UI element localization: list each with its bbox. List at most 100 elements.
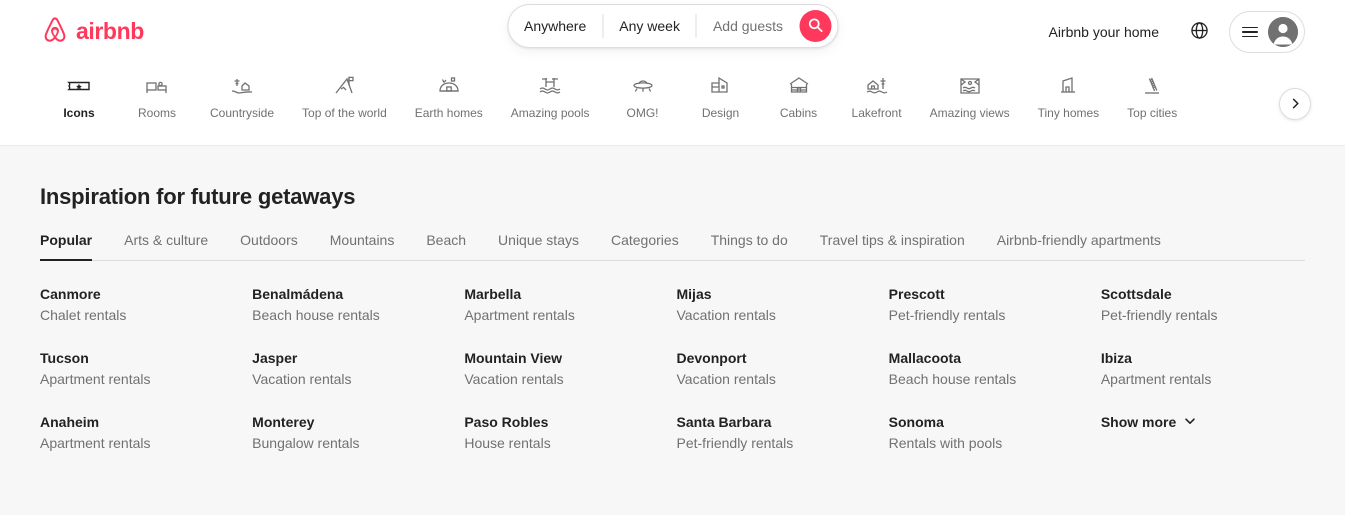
category-label: Countryside: [210, 106, 275, 120]
search-bar[interactable]: Anywhere Any week Add guests: [506, 4, 839, 48]
category-label: Top of the world: [302, 106, 387, 120]
tab-beach[interactable]: Beach: [426, 232, 466, 260]
category-item-rooms[interactable]: Rooms: [118, 70, 196, 120]
destination-subtitle: Pet-friendly rentals: [1100, 307, 1218, 323]
category-label: Design: [701, 106, 740, 120]
search-dates-field[interactable]: Any week: [603, 5, 696, 47]
category-item-design[interactable]: Design: [682, 70, 760, 120]
mountain-flag-icon: [332, 74, 356, 98]
category-item-amazing-pools[interactable]: Amazing pools: [497, 70, 604, 120]
category-item-omg[interactable]: OMG!: [604, 70, 682, 120]
destination-subtitle: Vacation rentals: [676, 371, 776, 387]
bed-room-icon: [145, 74, 169, 98]
destination-item[interactable]: Prescott Pet-friendly rentals: [889, 285, 1093, 324]
category-item-lakefront[interactable]: Lakefront: [838, 70, 916, 120]
search-location-field[interactable]: Anywhere: [508, 5, 602, 47]
tab-outdoors[interactable]: Outdoors: [240, 232, 298, 260]
tower-icon: [1140, 74, 1164, 98]
category-next-button[interactable]: [1279, 88, 1311, 120]
language-globe-button[interactable]: [1179, 12, 1219, 52]
search-icon: [808, 17, 823, 35]
destination-name: Mallacoota: [888, 350, 962, 366]
destination-item[interactable]: Canmore Chalet rentals: [40, 285, 244, 324]
destination-item[interactable]: Ibiza Apartment rentals: [1101, 349, 1305, 388]
category-label: Tiny homes: [1037, 106, 1100, 120]
destination-name: Sonoma: [888, 414, 944, 430]
amazing-views-icon: [958, 74, 982, 98]
tab-travel-tips[interactable]: Travel tips & inspiration: [820, 232, 965, 260]
airbnb-logo[interactable]: airbnb: [40, 14, 144, 51]
chevron-right-icon: [1290, 97, 1301, 112]
category-item-cabins[interactable]: Cabins: [760, 70, 838, 120]
destination-subtitle: Pet-friendly rentals: [888, 307, 1006, 323]
destination-item[interactable]: Tucson Apartment rentals: [40, 349, 244, 388]
category-label: Rooms: [137, 106, 176, 120]
category-label: Amazing views: [929, 106, 1010, 120]
cabin-icon: [787, 74, 811, 98]
show-more-label: Show more: [1100, 414, 1177, 430]
destination-item[interactable]: Anaheim Apartment rentals: [40, 413, 244, 452]
tab-unique-stays[interactable]: Unique stays: [498, 232, 579, 260]
destination-item[interactable]: Devonport Vacation rentals: [677, 349, 881, 388]
user-avatar-icon: [1268, 17, 1298, 47]
destination-subtitle: Apartment rentals: [40, 371, 151, 387]
category-label: Lakefront: [851, 106, 902, 120]
destination-item[interactable]: Monterey Bungalow rentals: [252, 413, 456, 452]
tab-popular[interactable]: Popular: [40, 232, 93, 261]
tab-categories[interactable]: Categories: [611, 232, 679, 260]
tiny-home-icon: [1056, 74, 1080, 98]
category-label: OMG!: [626, 106, 659, 120]
destination-item[interactable]: Sonoma Rentals with pools: [889, 413, 1093, 452]
destination-name: Jasper: [252, 350, 298, 366]
ticket-star-icon: [67, 74, 91, 98]
destination-subtitle: Chalet rentals: [40, 307, 127, 323]
destination-subtitle: House rentals: [464, 435, 551, 451]
destination-subtitle: Vacation rentals: [676, 307, 776, 323]
destination-item[interactable]: Mijas Vacation rentals: [677, 285, 881, 324]
ufo-icon: [631, 74, 655, 98]
destination-item[interactable]: Mallacoota Beach house rentals: [889, 349, 1093, 388]
tab-arts-culture[interactable]: Arts & culture: [124, 232, 208, 260]
tab-airbnb-friendly-apartments[interactable]: Airbnb-friendly apartments: [997, 232, 1161, 260]
profile-menu-button[interactable]: [1229, 11, 1305, 53]
tab-mountains[interactable]: Mountains: [330, 232, 395, 260]
globe-icon: [1190, 22, 1208, 42]
chevron-down-icon: [1184, 414, 1196, 430]
destination-name: Mijas: [676, 286, 712, 302]
category-item-amazing-views[interactable]: Amazing views: [916, 70, 1024, 120]
show-more-button[interactable]: Show more: [1101, 413, 1305, 431]
destination-item[interactable]: Paso Robles House rentals: [464, 413, 668, 452]
category-item-countryside[interactable]: Countryside: [196, 70, 288, 120]
destination-subtitle: Bungalow rentals: [252, 435, 360, 451]
destination-subtitle: Apartment rentals: [40, 435, 151, 451]
destination-name: Prescott: [888, 286, 945, 302]
category-item-icons[interactable]: Icons: [40, 70, 118, 120]
search-guests-field[interactable]: Add guests: [697, 5, 797, 47]
category-item-tiny-homes[interactable]: Tiny homes: [1024, 70, 1114, 120]
inspiration-tabs: Popular Arts & culture Outdoors Mountain…: [40, 232, 1305, 261]
destination-item[interactable]: Scottsdale Pet-friendly rentals: [1101, 285, 1305, 324]
destination-item[interactable]: Marbella Apartment rentals: [464, 285, 668, 324]
category-label: Icons: [63, 106, 95, 120]
category-list: Icons Rooms Countryside Top of the world…: [40, 64, 1305, 120]
page-title: Inspiration for future getaways: [40, 184, 356, 209]
category-bar: Icons Rooms Countryside Top of the world…: [0, 64, 1345, 146]
pool-icon: [538, 74, 562, 98]
category-label: Cabins: [779, 106, 818, 120]
site-header: airbnb Anywhere Any week Add guests Airb…: [0, 0, 1345, 64]
destination-name: Mountain View: [464, 350, 563, 366]
destination-item[interactable]: Mountain View Vacation rentals: [464, 349, 668, 388]
search-submit-button[interactable]: [799, 10, 832, 42]
lakefront-icon: [865, 74, 889, 98]
tab-things-to-do[interactable]: Things to do: [711, 232, 788, 260]
category-item-top-cities[interactable]: Top cities: [1113, 70, 1191, 120]
destination-subtitle: Rentals with pools: [888, 435, 1003, 451]
destination-item[interactable]: Jasper Vacation rentals: [252, 349, 456, 388]
destination-item[interactable]: Benalmádena Beach house rentals: [252, 285, 456, 324]
destination-name: Monterey: [252, 414, 315, 430]
category-item-earth-homes[interactable]: Earth homes: [401, 70, 497, 120]
category-item-top-of-the-world[interactable]: Top of the world: [288, 70, 401, 120]
airbnb-your-home-link[interactable]: Airbnb your home: [1034, 12, 1173, 52]
destination-item[interactable]: Santa Barbara Pet-friendly rentals: [677, 413, 881, 452]
airbnb-bélo-icon: [40, 14, 70, 51]
